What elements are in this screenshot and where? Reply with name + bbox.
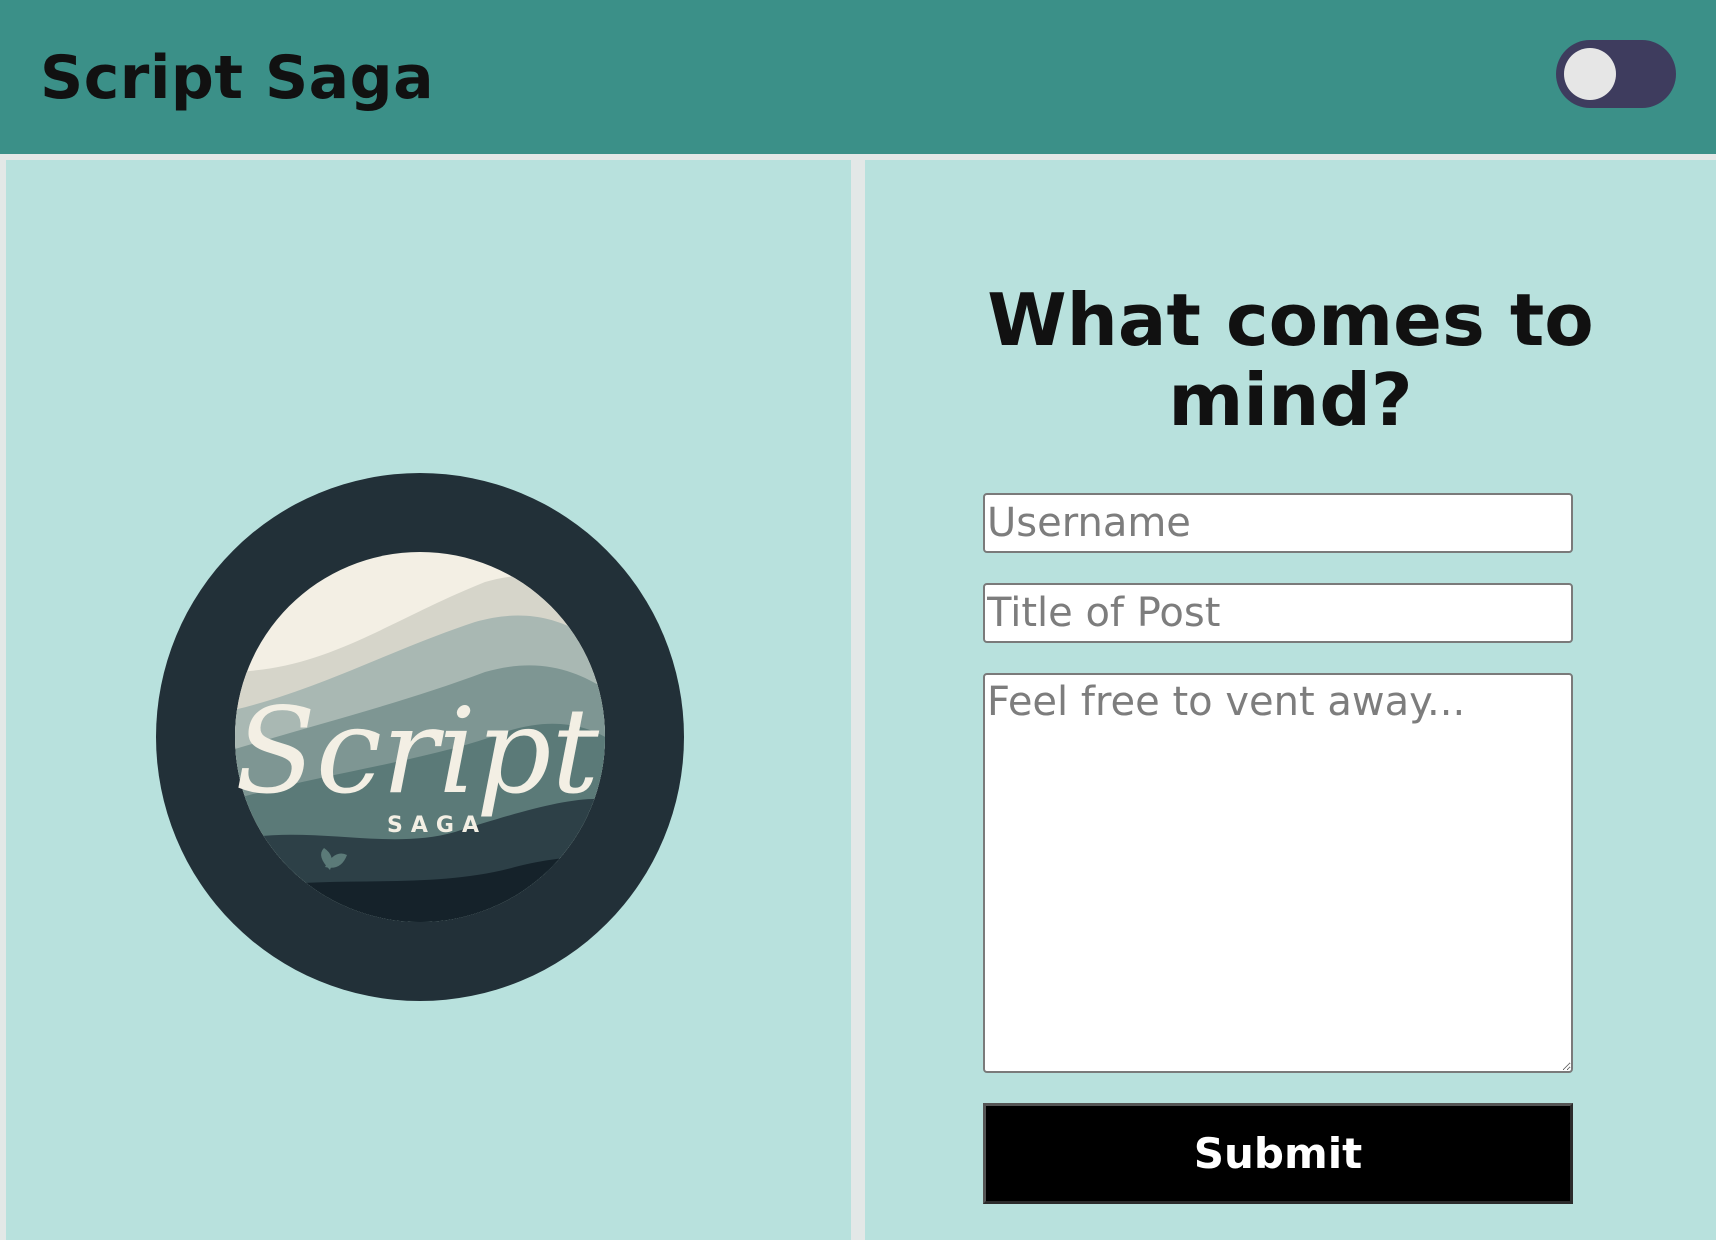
logo-script-text: Script — [235, 682, 600, 820]
post-body-textarea[interactable] — [983, 673, 1573, 1073]
logo-panel: Script SAGA — [6, 160, 851, 1240]
username-input[interactable] — [983, 493, 1573, 553]
toggle-knob — [1564, 48, 1616, 100]
logo-saga-text: SAGA — [387, 813, 487, 838]
app-header: Script Saga — [0, 0, 1716, 154]
post-title-input[interactable] — [983, 583, 1573, 643]
script-saga-logo: Script SAGA — [156, 473, 684, 1001]
app-title: Script Saga — [40, 43, 435, 113]
theme-toggle[interactable] — [1556, 40, 1676, 108]
post-form-panel: What comes to mind? Submit — [865, 160, 1716, 1240]
form-heading: What comes to mind? — [987, 278, 1594, 442]
submit-button[interactable]: Submit — [983, 1103, 1573, 1204]
